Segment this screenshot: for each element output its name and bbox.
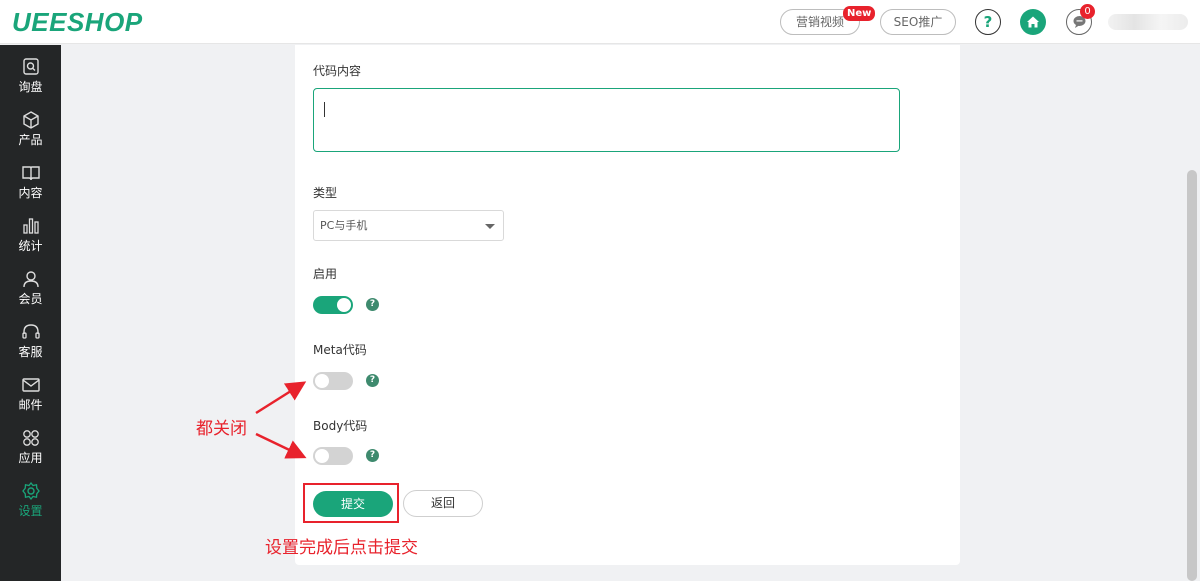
arrow-to-body-toggle: [255, 432, 307, 459]
arrow-to-meta-toggle: [255, 381, 307, 415]
annotation-arrows: [255, 381, 307, 459]
